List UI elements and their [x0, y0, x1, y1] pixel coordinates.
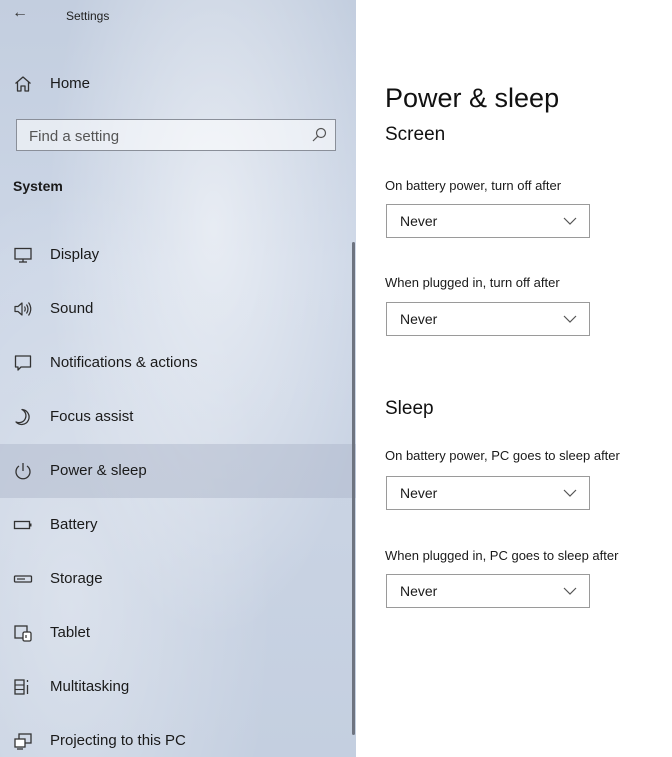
chevron-down-icon: [563, 489, 577, 497]
app-title: Settings: [66, 9, 110, 23]
back-arrow-icon[interactable]: ←: [8, 2, 32, 26]
search-box[interactable]: [16, 119, 336, 151]
sidebar-scrollbar[interactable]: [352, 242, 355, 735]
title-bar: ← Settings: [0, 0, 356, 34]
sidebar-item-label: Tablet: [50, 624, 91, 641]
screen-heading: Screen: [385, 124, 446, 145]
screen-battery-label: On battery power, turn off after: [385, 178, 562, 193]
chevron-down-icon: [563, 315, 577, 323]
sidebar-item-display[interactable]: Display: [0, 228, 356, 282]
notifications-icon: [14, 355, 32, 371]
focus-assist-icon: [15, 408, 30, 426]
sleep-battery-label: On battery power, PC goes to sleep after: [385, 448, 620, 463]
sidebar: ← Settings Home System: [0, 0, 356, 757]
sidebar-item-label: Display: [50, 246, 100, 263]
search-input[interactable]: [27, 125, 301, 147]
sidebar-item-label: Sound: [50, 300, 94, 317]
sleep-heading: Sleep: [385, 398, 434, 419]
multitasking-icon: [14, 679, 29, 695]
storage-icon: [13, 575, 33, 583]
sound-icon: [14, 302, 32, 316]
sidebar-item-storage[interactable]: Storage: [0, 552, 356, 606]
settings-window: ← Settings Home System: [0, 0, 672, 757]
screen-plugged-label: When plugged in, turn off after: [385, 275, 560, 290]
dropdown-value: Never: [400, 583, 438, 599]
section-title-system: System: [13, 178, 63, 194]
dropdown-value: Never: [400, 311, 438, 327]
dropdown-value: Never: [400, 213, 438, 229]
sidebar-nav: Display Sound Notifications & actions Fo…: [0, 228, 356, 757]
power-icon: [15, 463, 31, 480]
sidebar-item-projecting[interactable]: Projecting to this PC: [0, 714, 356, 757]
sidebar-item-label: Focus assist: [50, 408, 134, 425]
home-label: Home: [50, 75, 91, 92]
sidebar-item-focus-assist[interactable]: Focus assist: [0, 390, 356, 444]
projecting-icon: [14, 733, 32, 750]
sidebar-item-tablet[interactable]: Tablet: [0, 606, 356, 660]
home-icon: [15, 76, 31, 92]
sleep-plugged-dropdown[interactable]: Never: [386, 574, 590, 608]
chevron-down-icon: [563, 217, 577, 225]
screen-battery-dropdown[interactable]: Never: [386, 204, 590, 238]
page-title: Power & sleep: [385, 83, 560, 114]
sidebar-item-power-sleep[interactable]: Power & sleep: [0, 444, 356, 498]
sidebar-item-label: Power & sleep: [50, 462, 147, 479]
battery-icon: [13, 520, 32, 530]
home-nav-item[interactable]: Home: [0, 66, 356, 102]
sidebar-item-label: Notifications & actions: [50, 354, 198, 371]
main-content: Power & sleep Screen On battery power, t…: [385, 0, 672, 757]
sidebar-item-label: Projecting to this PC: [50, 732, 186, 749]
screen-plugged-dropdown[interactable]: Never: [386, 302, 590, 336]
display-icon: [14, 247, 32, 263]
tablet-icon: [14, 625, 32, 642]
sidebar-item-label: Multitasking: [50, 678, 130, 695]
sidebar-item-multitasking[interactable]: Multitasking: [0, 660, 356, 714]
sidebar-item-battery[interactable]: Battery: [0, 498, 356, 552]
search-icon[interactable]: [311, 127, 327, 143]
sidebar-item-label: Battery: [50, 516, 98, 533]
dropdown-value: Never: [400, 485, 438, 501]
sleep-plugged-label: When plugged in, PC goes to sleep after: [385, 548, 619, 563]
chevron-down-icon: [563, 587, 577, 595]
sleep-battery-dropdown[interactable]: Never: [386, 476, 590, 510]
sidebar-item-label: Storage: [50, 570, 103, 587]
sidebar-item-sound[interactable]: Sound: [0, 282, 356, 336]
sidebar-item-notifications[interactable]: Notifications & actions: [0, 336, 356, 390]
